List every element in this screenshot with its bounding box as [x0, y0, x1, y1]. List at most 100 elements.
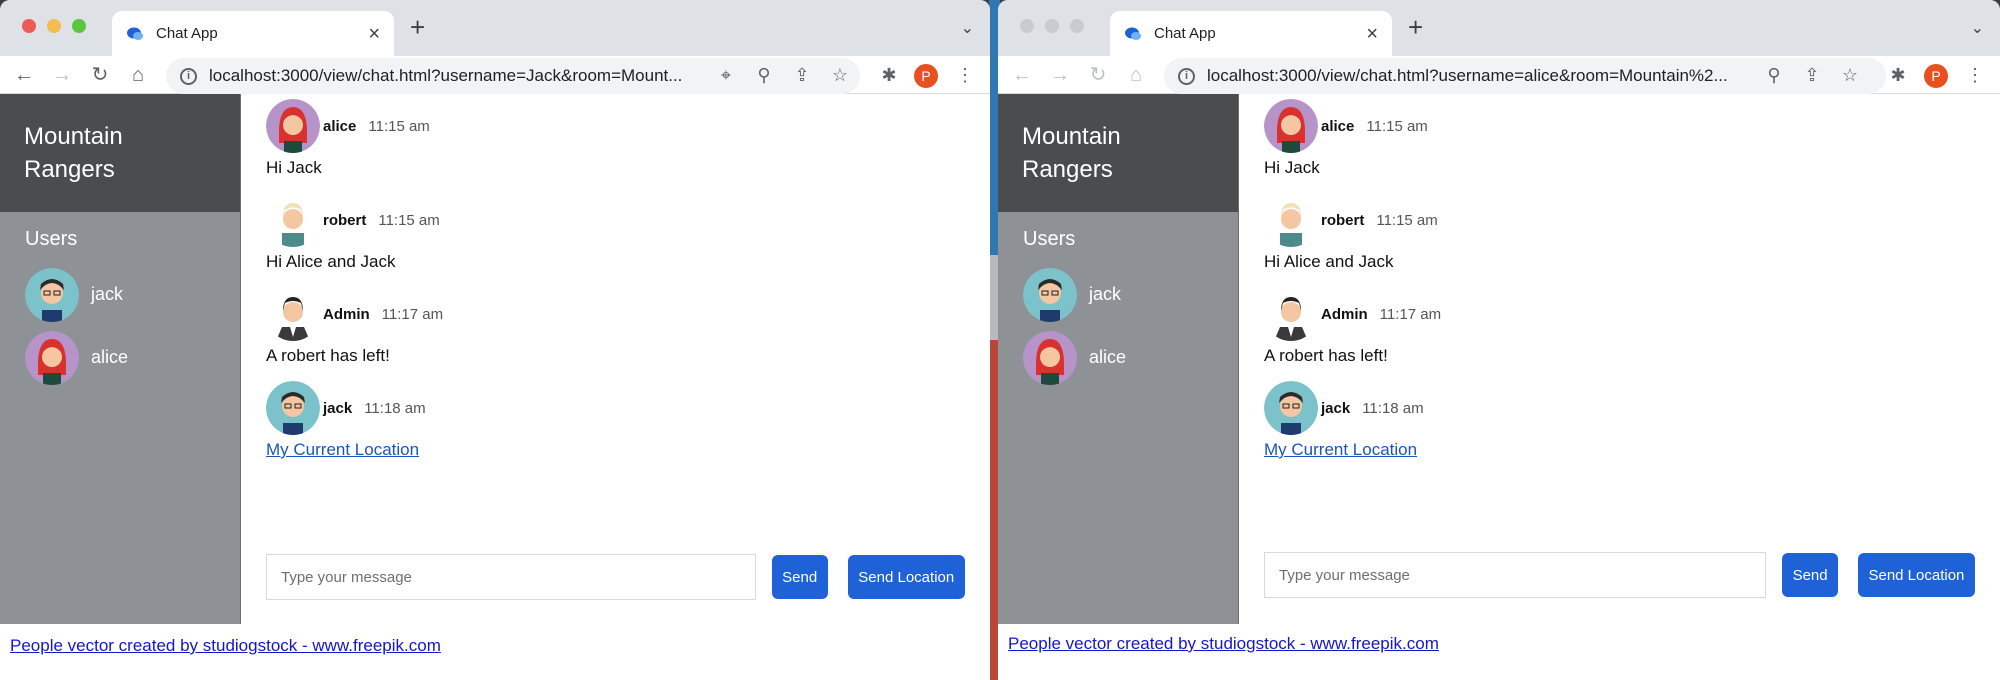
tab-bar: Chat App × + ⌄	[0, 0, 990, 56]
woman-purple-avatar	[1264, 99, 1318, 153]
woman-purple-avatar	[266, 99, 320, 153]
man-teal-avatar	[1023, 267, 1077, 322]
send-button[interactable]: Send	[771, 555, 828, 599]
chat-bubbles-icon	[127, 27, 143, 40]
location-link[interactable]: My Current Location	[1264, 440, 1417, 460]
close-tab-icon[interactable]: ×	[1366, 24, 1378, 44]
new-tab-button[interactable]: +	[410, 12, 425, 43]
maximize-window-button[interactable]	[1070, 19, 1084, 33]
credit-link[interactable]: People vector created by studiogstock - …	[1008, 634, 1439, 654]
close-tab-icon[interactable]: ×	[368, 24, 380, 44]
users-heading: Users	[25, 228, 78, 250]
message-input[interactable]: Type your message	[266, 554, 756, 600]
chevron-down-icon[interactable]: ⌄	[1971, 18, 1984, 38]
message-input[interactable]: Type your message	[1264, 552, 1767, 598]
info-icon[interactable]: i	[180, 67, 197, 85]
chat-app: Mountain Rangers Users jack alice alice …	[0, 94, 990, 624]
compose-bar: Type your message Send Send Location	[1264, 552, 1975, 598]
message-time: 11:17 am	[381, 305, 444, 323]
bookmark-star-icon[interactable]: ☆	[1837, 62, 1863, 88]
zoom-icon[interactable]: ⚲	[1761, 62, 1787, 88]
home-icon[interactable]: ⌂	[124, 61, 152, 89]
reload-icon[interactable]: ↻	[86, 61, 114, 89]
message-item: jack 11:18 am My Current Location	[266, 380, 990, 460]
user-list: jack alice	[0, 263, 240, 389]
profile-avatar[interactable]: P	[914, 64, 938, 88]
message-item: Admin 11:17 am A robert has left!	[266, 286, 990, 366]
user-list: jack alice	[998, 263, 1238, 389]
url-text: localhost:3000/view/chat.html?username=a…	[1207, 66, 1728, 85]
message-list: alice 11:15 am Hi Jack robert 11:15 am H…	[241, 94, 990, 460]
extensions-puzzle-icon[interactable]: ✱	[1885, 62, 1911, 88]
extensions-puzzle-icon[interactable]: ✱	[876, 62, 902, 88]
message-item: robert 11:15 am Hi Alice and Jack	[1264, 192, 2000, 272]
chevron-down-icon[interactable]: ⌄	[961, 18, 974, 38]
message-text: A robert has left!	[266, 346, 390, 365]
new-tab-button[interactable]: +	[1408, 12, 1423, 43]
more-menu-icon[interactable]: ⋮	[952, 62, 978, 88]
credit-link[interactable]: People vector created by studiogstock - …	[10, 636, 441, 656]
room-name: Mountain Rangers	[0, 94, 240, 212]
message-time: 11:15 am	[1366, 117, 1428, 135]
message-item: Admin 11:17 am A robert has left!	[1264, 286, 2000, 366]
zoom-icon[interactable]: ⚲	[751, 62, 777, 88]
message-time: 11:15 am	[368, 117, 430, 135]
send-button[interactable]: Send	[1782, 553, 1838, 597]
message-username: alice	[323, 117, 357, 135]
message-text: Hi Alice and Jack	[266, 252, 396, 271]
woman-purple-avatar	[1023, 330, 1077, 385]
minimize-window-button[interactable]	[47, 19, 61, 33]
man-blonde-avatar	[266, 193, 320, 247]
location-pin-icon[interactable]: ⌖	[713, 62, 739, 88]
message-text: Hi Jack	[266, 158, 322, 177]
message-username: robert	[323, 211, 367, 229]
user-name: alice	[1089, 347, 1127, 367]
chat-app: Mountain Rangers Users jack alice alice …	[998, 94, 2000, 624]
sidebar: Mountain Rangers Users jack alice	[998, 94, 1238, 624]
message-text: Hi Jack	[1264, 158, 1320, 177]
man-teal-avatar	[25, 267, 79, 322]
back-arrow-icon[interactable]: ←	[10, 61, 38, 89]
message-time: 11:15 am	[1376, 211, 1438, 229]
forward-arrow-icon[interactable]: →	[1046, 61, 1074, 89]
reload-icon[interactable]: ↻	[1084, 61, 1112, 89]
more-menu-icon[interactable]: ⋮	[1962, 62, 1988, 88]
woman-purple-avatar	[25, 330, 79, 385]
message-time: 11:18 am	[1362, 399, 1424, 417]
message-time: 11:18 am	[364, 399, 426, 417]
window-controls	[1020, 19, 1084, 33]
message-text: A robert has left!	[1264, 346, 1388, 365]
info-icon[interactable]: i	[1178, 67, 1195, 85]
location-link[interactable]: My Current Location	[266, 440, 419, 460]
browser-window-jack: Chat App × + ⌄ ← → ↻ ⌂ i localhost:3000/…	[0, 0, 990, 680]
chat-main: alice 11:15 am Hi Jack robert 11:15 am H…	[240, 94, 990, 624]
user-item-jack: jack	[0, 263, 240, 326]
share-icon[interactable]: ⇪	[1799, 62, 1825, 88]
room-name: Mountain Rangers	[998, 94, 1238, 212]
close-window-button[interactable]	[1020, 19, 1034, 33]
share-icon[interactable]: ⇪	[789, 62, 815, 88]
message-username: alice	[1321, 117, 1355, 135]
maximize-window-button[interactable]	[72, 19, 86, 33]
minimize-window-button[interactable]	[1045, 19, 1059, 33]
tab-chat-app[interactable]: Chat App ×	[1110, 11, 1392, 56]
bookmark-star-icon[interactable]: ☆	[827, 62, 853, 88]
home-icon[interactable]: ⌂	[1122, 61, 1150, 89]
forward-arrow-icon[interactable]: →	[48, 61, 76, 89]
compose-bar: Type your message Send Send Location	[266, 554, 965, 600]
tab-title: Chat App	[1154, 25, 1216, 42]
tab-chat-app[interactable]: Chat App ×	[112, 11, 394, 56]
browser-toolbar: ← → ↻ ⌂ i localhost:3000/view/chat.html?…	[0, 56, 990, 94]
close-window-button[interactable]	[22, 19, 36, 33]
browser-window-alice: Chat App × + ⌄ ← → ↻ ⌂ i localhost:3000/…	[998, 0, 2000, 680]
back-arrow-icon[interactable]: ←	[1008, 61, 1036, 89]
chat-bubbles-icon	[1125, 27, 1141, 40]
browser-toolbar: ← → ↻ ⌂ i localhost:3000/view/chat.html?…	[998, 56, 2000, 94]
users-heading: Users	[1023, 228, 1076, 250]
message-list: alice 11:15 am Hi Jack robert 11:15 am H…	[1239, 94, 2000, 460]
send-location-button[interactable]: Send Location	[847, 555, 965, 599]
send-location-button[interactable]: Send Location	[1857, 553, 1975, 597]
user-name: alice	[91, 347, 129, 367]
user-item-alice: alice	[998, 326, 1238, 389]
profile-avatar[interactable]: P	[1924, 64, 1948, 88]
